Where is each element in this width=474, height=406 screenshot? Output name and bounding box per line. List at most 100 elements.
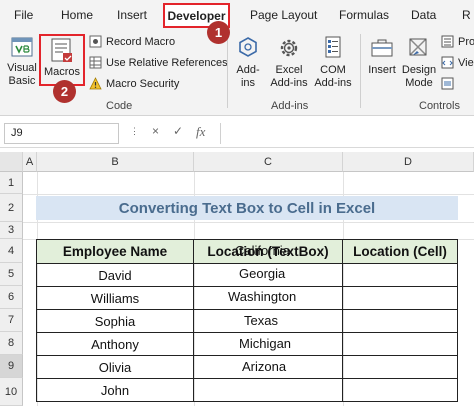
view-code-icon — [441, 56, 454, 69]
step-badge-1: 1 — [207, 21, 230, 44]
row-header-5[interactable]: 5 — [0, 263, 23, 286]
gridline — [23, 222, 474, 223]
name-cell[interactable]: Olivia — [36, 355, 194, 379]
row-header-8[interactable]: 8 — [0, 332, 23, 355]
design-mode-button[interactable]: Design Mode — [401, 34, 437, 90]
toolbox-icon — [371, 39, 393, 57]
header-location-cell[interactable]: Location (Cell) — [342, 239, 458, 264]
column-header-b[interactable]: B — [37, 152, 194, 172]
name-cell[interactable]: Williams — [36, 286, 194, 310]
row-header-3[interactable]: 3 — [0, 222, 23, 239]
row-header-2[interactable]: 2 — [0, 194, 23, 222]
textbox-location[interactable]: California — [235, 243, 290, 258]
add-ins-label: Add- ins — [236, 64, 260, 89]
group-separator — [227, 34, 228, 108]
ribbon-tab-bar: File Home Insert Developer Page Layout F… — [0, 0, 474, 30]
macro-security-label: Macro Security — [106, 77, 180, 90]
location-cell[interactable] — [342, 263, 458, 287]
controls-group-label: Controls — [419, 100, 460, 112]
com-add-ins-button[interactable]: COM Add-ins — [311, 34, 355, 90]
add-ins-icon — [239, 37, 257, 57]
properties-icon — [441, 35, 454, 48]
design-mode-label: Design Mode — [401, 64, 437, 89]
macros-button[interactable]: Macros — [41, 36, 83, 79]
gear-icon — [280, 39, 298, 57]
record-macro-icon — [89, 35, 102, 48]
use-relative-references-button[interactable]: Use Relative References — [89, 56, 228, 69]
row-header-6[interactable]: 6 — [0, 286, 23, 309]
enter-icon[interactable]: ✓ — [173, 124, 183, 138]
column-header-d[interactable]: D — [343, 152, 474, 172]
sheet-title-cell[interactable]: Converting Text Box to Cell in Excel — [36, 196, 458, 220]
name-cell[interactable]: Sophia — [36, 309, 194, 333]
row-header-7[interactable]: 7 — [0, 309, 23, 332]
warning-icon — [89, 77, 102, 90]
excel-add-ins-label: Excel Add-ins — [270, 64, 308, 89]
code-group-label: Code — [106, 100, 133, 112]
location-cell[interactable] — [342, 378, 458, 402]
run-dialog-button[interactable] — [441, 77, 454, 90]
visual-basic-icon — [11, 37, 33, 57]
tab-page-layout[interactable]: Page Layout — [250, 8, 317, 22]
tab-data[interactable]: Data — [411, 8, 436, 22]
tab-file[interactable]: File — [14, 8, 33, 22]
location-textbox-cell[interactable] — [193, 378, 343, 402]
macros-label: Macros — [43, 66, 81, 78]
row-header-1[interactable]: 1 — [0, 172, 23, 194]
properties-label: Pro — [458, 35, 474, 48]
textbox-location[interactable]: Michigan — [239, 336, 291, 351]
insert-control-button[interactable]: Insert — [365, 34, 399, 77]
column-header-a[interactable]: A — [23, 152, 37, 172]
name-cell[interactable]: Anthony — [36, 332, 194, 356]
visual-basic-label: Visual Basic — [7, 62, 37, 87]
textbox-location[interactable]: Texas — [244, 313, 278, 328]
com-add-ins-label: COM Add-ins — [314, 64, 352, 89]
name-cell[interactable]: David — [36, 263, 194, 287]
formula-input[interactable] — [220, 123, 474, 144]
design-mode-icon — [409, 38, 427, 56]
name-box[interactable]: J9 — [4, 123, 119, 144]
gridline — [23, 194, 474, 195]
tab-home[interactable]: Home — [61, 8, 93, 22]
textbox-location[interactable]: Washington — [228, 289, 296, 304]
textbox-location[interactable]: Arizona — [242, 359, 286, 374]
properties-button[interactable]: Pro — [441, 35, 474, 48]
com-add-ins-icon — [325, 36, 341, 58]
add-ins-button[interactable]: Add- ins — [232, 34, 264, 90]
visual-basic-button[interactable]: Visual Basic — [6, 34, 38, 88]
add-ins-group-label: Add-ins — [271, 100, 309, 112]
tab-formulas[interactable]: Formulas — [339, 8, 389, 22]
view-code-button[interactable]: Vie — [441, 56, 474, 69]
formula-bar: J9 ⋮ × ✓ fx — [0, 118, 474, 148]
row-header-4[interactable]: 4 — [0, 239, 23, 263]
run-dialog-icon — [441, 77, 454, 90]
select-all-corner[interactable] — [0, 152, 23, 172]
worksheet-grid: A B C D 1 2 3 4 5 6 7 8 9 10 Converting … — [0, 152, 474, 406]
step-badge-2: 2 — [53, 80, 76, 103]
insert-function-icon[interactable]: fx — [196, 124, 205, 140]
relative-references-icon — [89, 56, 102, 69]
cancel-icon[interactable]: × — [152, 124, 159, 138]
name-cell[interactable]: John — [36, 378, 194, 402]
record-macro-label: Record Macro — [106, 35, 176, 48]
row-header-10[interactable]: 10 — [0, 378, 23, 406]
location-cell[interactable] — [342, 309, 458, 333]
ribbon: Visual Basic Macros 2 Record Macro Use R… — [0, 21, 474, 116]
location-cell[interactable] — [342, 286, 458, 310]
macros-icon — [51, 38, 72, 62]
excel-add-ins-button[interactable]: Excel Add-ins — [267, 34, 311, 90]
name-box-dropdown-icon[interactable]: ⋮ — [130, 126, 139, 137]
location-cell[interactable] — [342, 355, 458, 379]
group-separator — [360, 34, 361, 108]
textbox-location[interactable]: Georgia — [239, 266, 285, 281]
tab-review[interactable]: R — [462, 8, 471, 22]
row-header-9[interactable]: 9 — [0, 355, 23, 378]
header-employee-name[interactable]: Employee Name — [36, 239, 194, 264]
record-macro-button[interactable]: Record Macro — [89, 35, 175, 48]
view-code-label: Vie — [458, 56, 474, 69]
macro-security-button[interactable]: Macro Security — [89, 77, 179, 90]
insert-control-label: Insert — [368, 64, 396, 76]
column-header-c[interactable]: C — [194, 152, 343, 172]
tab-insert[interactable]: Insert — [117, 8, 147, 22]
location-cell[interactable] — [342, 332, 458, 356]
